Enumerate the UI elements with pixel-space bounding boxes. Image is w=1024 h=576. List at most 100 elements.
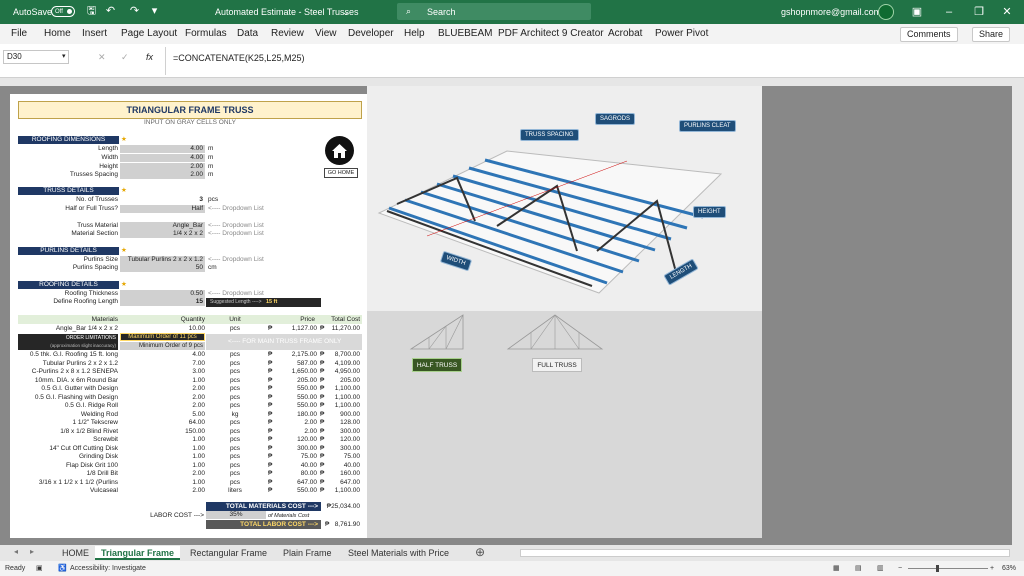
minimize-icon[interactable]: – — [942, 5, 956, 19]
tab-next-icon[interactable]: ▸ — [30, 547, 34, 556]
user-email[interactable]: gshopnmore@gmail.com — [781, 7, 881, 17]
menu-power-pivot[interactable]: Power Pivot — [655, 28, 708, 39]
half-truss-icon — [409, 314, 464, 350]
peso-sign: ₱ — [268, 368, 273, 375]
col-total: Total Cost — [331, 316, 360, 323]
horizontal-scrollbar[interactable] — [520, 549, 1010, 557]
page-break-icon[interactable]: ▥ — [877, 561, 884, 576]
width-input[interactable]: 4.00 — [120, 154, 205, 162]
tab-steel-materials[interactable]: Steel Materials with Price — [342, 546, 455, 560]
roofing-dimensions-header: ROOFING DIMENSIONS — [18, 136, 119, 144]
height-input[interactable]: 2.00 — [120, 163, 205, 171]
zoom-out-icon[interactable]: − — [898, 561, 902, 576]
material-unit: pcs — [229, 402, 241, 409]
chevron-down-icon[interactable]: ⌄ — [342, 7, 350, 18]
ribbon-display-icon[interactable]: ▣ — [910, 5, 924, 19]
roofing-thickness-label: Roofing Thickness — [64, 290, 118, 297]
material-section-label: Material Section — [71, 230, 118, 237]
document-title[interactable]: Automated Estimate - Steel Trusses — [215, 7, 359, 17]
truss-spacing-input[interactable]: 2.00 — [120, 171, 205, 179]
autosave-toggle[interactable]: Off — [51, 6, 75, 17]
tab-triangular-frame[interactable]: Triangular Frame — [95, 546, 181, 560]
macro-icon[interactable]: ▣ — [36, 561, 43, 576]
menu-file[interactable]: File — [11, 28, 27, 39]
enter-icon[interactable]: ✓ — [121, 52, 129, 63]
menu-insert[interactable]: Insert — [82, 28, 107, 39]
add-sheet-icon[interactable]: ⊕ — [475, 545, 485, 559]
zoom-in-icon[interactable]: + — [990, 561, 994, 576]
home-icon[interactable] — [325, 136, 354, 165]
comments-button[interactable]: Comments — [900, 27, 958, 42]
total-labor-label: TOTAL LABOR COST ---> — [206, 520, 321, 529]
menu-bluebeam[interactable]: BLUEBEAM — [438, 28, 492, 39]
peso-sign: ₱ — [268, 402, 273, 409]
formula-input[interactable]: =CONCATENATE(K25,L25,M25) — [173, 53, 304, 63]
zoom-slider-thumb[interactable] — [936, 565, 939, 572]
close-icon[interactable]: ✕ — [1000, 5, 1014, 19]
cancel-icon[interactable]: ✕ — [98, 52, 106, 63]
search-box[interactable]: ⌕ Search — [397, 3, 591, 20]
name-box-dropdown-icon[interactable]: ▾ — [62, 52, 66, 60]
accessibility-status[interactable]: Accessibility: Investigate — [70, 561, 146, 576]
half-truss-button[interactable]: HALF TRUSS — [412, 358, 462, 372]
name-box[interactable]: D30 — [3, 50, 69, 64]
material-total: 1,100.00 — [334, 385, 360, 392]
normal-view-icon[interactable]: ▦ — [833, 561, 840, 576]
material-unit: pcs — [229, 436, 241, 443]
menu-data[interactable]: Data — [237, 28, 258, 39]
zoom-level[interactable]: 63% — [1002, 561, 1016, 576]
save-icon[interactable]: 🖫 — [85, 5, 98, 18]
menu-pdf-architect[interactable]: PDF Architect 9 Creator — [498, 28, 604, 39]
zoom-slider[interactable] — [908, 568, 988, 569]
labor-pct-input[interactable]: 35% — [206, 511, 266, 519]
search-input[interactable]: Search — [427, 7, 456, 17]
material-name: 0.5 thk. G.I. Roofing 15 ft. long — [29, 351, 118, 358]
go-home-button[interactable]: GO HOME — [324, 168, 358, 178]
avatar[interactable] — [878, 4, 894, 20]
menu-acrobat[interactable]: Acrobat — [608, 28, 642, 39]
insert-function-icon[interactable]: fx — [146, 52, 153, 62]
half-full-dropdown[interactable]: Half — [120, 205, 205, 213]
tab-rectangular-frame[interactable]: Rectangular Frame — [184, 546, 273, 560]
undo-icon[interactable]: ↶ — [104, 5, 117, 18]
material-price: 550.00 — [297, 385, 317, 392]
menu-view[interactable]: View — [315, 28, 337, 39]
peso-sign: ₱ — [268, 325, 273, 332]
menu-help[interactable]: Help — [404, 28, 425, 39]
height-unit: m — [208, 163, 214, 170]
menu-page-layout[interactable]: Page Layout — [121, 28, 177, 39]
menu-developer[interactable]: Developer — [348, 28, 394, 39]
roofing-thickness-dropdown[interactable]: 0.50 — [120, 290, 205, 298]
truss-material-dropdown[interactable]: Angle_Bar — [120, 222, 205, 230]
menu-formulas[interactable]: Formulas — [185, 28, 227, 39]
restore-icon[interactable]: ❐ — [972, 5, 986, 19]
material-unit: pcs — [229, 461, 241, 469]
menu-review[interactable]: Review — [271, 28, 304, 39]
tab-home[interactable]: HOME — [56, 546, 95, 560]
star-icon: ★ — [121, 136, 127, 143]
roofing-length-input[interactable]: 15 — [120, 298, 205, 306]
length-input[interactable]: 4.00 — [120, 145, 205, 153]
customize-toolbar-icon[interactable]: ▾ — [148, 5, 161, 18]
page-layout-icon[interactable]: ▤ — [855, 561, 862, 576]
purlins-spacing-input[interactable]: 50 — [120, 264, 205, 272]
material-qty: 7.00 — [192, 359, 205, 367]
share-button[interactable]: Share — [972, 27, 1011, 42]
purlins-size-dropdown[interactable]: Tubular Purlins 2 x 2 x 1.2 — [120, 256, 205, 264]
tab-plain-frame[interactable]: Plain Frame — [277, 546, 338, 560]
material-qty: 1.00 — [192, 478, 205, 486]
material-name: Welding Rod — [80, 410, 118, 418]
sheet-tabs-bar: ◂ ▸ HOME Triangular Frame Rectangular Fr… — [0, 545, 1024, 561]
vertical-scrollbar[interactable] — [1012, 86, 1024, 545]
redo-icon[interactable]: ↷ — [128, 5, 141, 18]
material-name: Screwbit — [93, 436, 118, 443]
width-label: Width — [101, 154, 118, 161]
suggested-length-label: Suggested Length ----> — [210, 299, 262, 305]
material-section-dropdown[interactable]: 1/4 x 2 x 2 — [120, 230, 205, 238]
tab-prev-icon[interactable]: ◂ — [14, 547, 18, 556]
status-ready: Ready — [5, 565, 26, 572]
suggested-length-value: 15 ft — [266, 299, 278, 305]
menu-home[interactable]: Home — [44, 28, 71, 39]
full-truss-button[interactable]: FULL TRUSS — [532, 358, 582, 372]
total-materials-label: TOTAL MATERIALS COST ---> — [206, 502, 321, 511]
